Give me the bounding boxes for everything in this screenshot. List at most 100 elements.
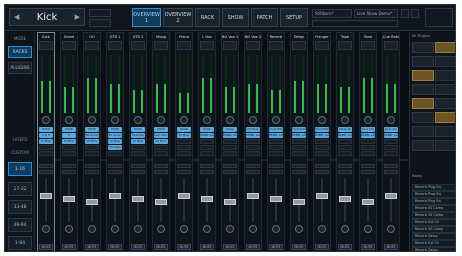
output-knob[interactable] (272, 225, 280, 233)
mute-button[interactable]: MUTE (223, 244, 237, 250)
channel-strip[interactable]: Snare PUCE C AT Melv MUTE (60, 32, 78, 251)
input-box[interactable] (200, 41, 214, 50)
channel-strip[interactable]: GTR 2 PUCE SpecVas AT Melv MUTE (129, 32, 147, 251)
plugin-slot[interactable] (384, 145, 398, 150)
output-button[interactable] (39, 170, 53, 174)
gain-knob[interactable] (180, 116, 188, 124)
mute-button[interactable]: MUTE (292, 244, 306, 250)
plugin-slot[interactable] (85, 145, 99, 150)
mute-button[interactable]: MUTE (246, 244, 260, 250)
fader-cap[interactable] (201, 196, 213, 202)
output-knob[interactable] (180, 225, 188, 233)
rack-list-item[interactable]: Reverb Delay (412, 233, 455, 240)
plugin-slot[interactable]: AT Melv (131, 139, 145, 144)
input-box[interactable] (131, 41, 145, 50)
layer-button-5[interactable]: 1-64 (8, 236, 32, 250)
fader-cap[interactable] (362, 199, 374, 205)
output-button[interactable] (384, 164, 398, 168)
channel-strip[interactable]: Cue Bots Spec VoxREBEL Leslie MUTE (382, 32, 400, 251)
plugin-slot[interactable]: AT Melv (62, 139, 76, 144)
plugin-slot[interactable]: REBEL Leslie (292, 133, 306, 138)
gain-knob[interactable] (272, 116, 280, 124)
plugin-slot[interactable] (223, 139, 237, 144)
output-knob[interactable] (203, 225, 211, 233)
plugin-slot[interactable]: Kit Comp (85, 133, 99, 138)
output-knob[interactable] (42, 225, 50, 233)
plugin-slot[interactable]: AT Melv (39, 139, 53, 144)
rack-list-item[interactable]: Reverb Plug Eq (412, 184, 455, 191)
plugin-slot[interactable] (315, 145, 329, 150)
mute-button[interactable]: MUTE (269, 244, 283, 250)
input-box[interactable] (108, 41, 122, 50)
output-button[interactable] (246, 164, 260, 168)
channel-strip[interactable]: Reverb Vocal PlateREBEL Leslie MUTE (267, 32, 285, 251)
rack-list-item[interactable]: Reverb Ext Ch (412, 219, 455, 226)
plugin-slot[interactable]: PUCE (39, 127, 53, 132)
plugin-slot[interactable]: AT Melv (154, 139, 168, 144)
output-knob[interactable] (387, 225, 395, 233)
plugin-slot[interactable]: PUCE (177, 127, 191, 132)
output-button[interactable] (85, 170, 99, 174)
mute-button[interactable]: MUTE (338, 244, 352, 250)
plugin-slot[interactable]: C & H (39, 133, 53, 138)
output-knob[interactable] (295, 225, 303, 233)
mute-button[interactable]: MUTE (200, 244, 214, 250)
snapshot-dropdown[interactable]: Stillborn* (312, 9, 352, 18)
plugin-slot[interactable]: REBEL Leslie (246, 133, 260, 138)
mute-button[interactable]: MUTE (384, 244, 398, 250)
layer-button-3[interactable]: 33-48 (8, 200, 32, 214)
input-box[interactable] (154, 41, 168, 50)
output-button[interactable] (154, 170, 168, 174)
output-button[interactable] (246, 170, 260, 174)
plugin-slot[interactable] (246, 151, 260, 156)
output-button[interactable] (108, 164, 122, 168)
tab-overview-1[interactable]: OVERVIEW 1 (132, 8, 161, 27)
input-box[interactable] (315, 41, 329, 50)
plugin-slot[interactable]: REBEL Leslie (361, 133, 375, 138)
plugin-slot[interactable] (85, 151, 99, 156)
plugin-thumb[interactable] (412, 42, 434, 53)
channel-strip[interactable]: L Vox PlateREBEL Leslie MUTE (198, 32, 216, 251)
chevron-right-icon[interactable]: ▶ (75, 13, 80, 21)
channel-strip[interactable]: Kick PUCE C & H AT Melv MUTE (37, 32, 55, 251)
output-knob[interactable] (341, 225, 349, 233)
plugin-thumb[interactable] (412, 56, 434, 67)
mute-button[interactable]: MUTE (39, 244, 53, 250)
plugins-mode-button[interactable]: PLUGINS (8, 62, 32, 74)
channel-strip[interactable]: OH PUCE Kit Comp AT Melv MUTE (83, 32, 101, 251)
gain-knob[interactable] (364, 116, 372, 124)
fader-cap[interactable] (63, 196, 75, 202)
layer-button-1[interactable]: 1-16 (8, 162, 32, 176)
channel-strip[interactable]: BG Vox 1 PlateREBEL Leslie MUTE (221, 32, 239, 251)
rack-list-item[interactable]: Reverb Plug Eq (412, 198, 455, 205)
icon-button-a[interactable] (401, 9, 409, 18)
gain-knob[interactable] (157, 116, 165, 124)
channel-selector[interactable]: ◀ Kick ▶ (9, 8, 85, 26)
gain-knob[interactable] (387, 116, 395, 124)
output-button[interactable] (315, 164, 329, 168)
plugin-slot[interactable]: REBEL Leslie (200, 133, 214, 138)
plugin-slot[interactable] (269, 145, 283, 150)
plugin-slot[interactable]: PUCE (62, 127, 76, 132)
plugin-slot[interactable]: AT Melv (108, 139, 122, 144)
plugin-slot[interactable]: PUCE (85, 127, 99, 132)
gain-knob[interactable] (65, 116, 73, 124)
output-knob[interactable] (111, 225, 119, 233)
output-button[interactable] (269, 170, 283, 174)
tab-overview-2[interactable]: OVERVIEW 2 (163, 8, 193, 27)
channel-strip[interactable]: BG Vox 2 H-DelayREBEL Leslie MUTE (244, 32, 262, 251)
plugin-thumb[interactable] (435, 56, 455, 67)
output-knob[interactable] (318, 225, 326, 233)
output-button[interactable] (131, 164, 145, 168)
output-button[interactable] (338, 164, 352, 168)
plugin-slot[interactable] (62, 151, 76, 156)
plugin-slot[interactable] (384, 139, 398, 144)
output-knob[interactable] (226, 225, 234, 233)
plugin-slot[interactable] (246, 145, 260, 150)
gain-knob[interactable] (249, 116, 257, 124)
plugin-slot[interactable]: PUCE (108, 127, 122, 132)
plugin-slot[interactable] (361, 145, 375, 150)
output-knob[interactable] (364, 225, 372, 233)
plugin-slot[interactable] (177, 139, 191, 144)
input-box[interactable] (246, 41, 260, 50)
